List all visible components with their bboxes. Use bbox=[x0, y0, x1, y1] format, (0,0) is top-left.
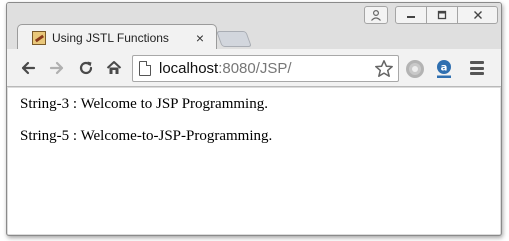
page-icon bbox=[139, 61, 151, 76]
restore-icon bbox=[437, 10, 447, 20]
amazon-assistant-icon: a bbox=[437, 60, 451, 78]
page-content: String-3 : Welcome to JSP Programming. S… bbox=[8, 88, 500, 234]
restore-button[interactable] bbox=[427, 7, 458, 23]
close-icon bbox=[473, 11, 482, 19]
title-bar: Using JSTL Functions × bbox=[7, 3, 501, 51]
url-text[interactable]: localhost:8080/JSP/ bbox=[159, 60, 292, 77]
java-favicon-icon bbox=[32, 31, 46, 45]
tab-close-button[interactable]: × bbox=[196, 30, 204, 46]
forward-button[interactable] bbox=[46, 57, 68, 79]
home-icon bbox=[106, 61, 122, 74]
svg-text:a: a bbox=[441, 63, 448, 74]
output-line-string-5: String-5 : Welcome-to-JSP-Programming. bbox=[20, 128, 273, 144]
browser-tab[interactable]: Using JSTL Functions × bbox=[17, 24, 217, 51]
tab-title: Using JSTL Functions bbox=[52, 31, 169, 45]
back-button[interactable] bbox=[17, 57, 39, 79]
browser-window: Using JSTL Functions × localhost:8080/JS… bbox=[6, 2, 502, 236]
extension-button-1[interactable] bbox=[405, 59, 425, 79]
url-path: :8080/JSP/ bbox=[218, 60, 292, 77]
url-host: localhost bbox=[159, 60, 219, 77]
minimize-button[interactable] bbox=[396, 7, 427, 23]
minimize-icon bbox=[407, 16, 415, 18]
reload-button[interactable] bbox=[75, 57, 97, 79]
hamburger-menu-icon[interactable] bbox=[470, 61, 484, 75]
circle-extension-icon bbox=[406, 60, 424, 78]
address-bar[interactable]: localhost:8080/JSP/ bbox=[132, 55, 399, 82]
new-tab-button[interactable] bbox=[216, 31, 252, 47]
user-icon bbox=[371, 9, 381, 21]
forward-arrow-icon bbox=[49, 61, 64, 75]
browser-toolbar: localhost:8080/JSP/ a bbox=[7, 49, 501, 87]
home-button[interactable] bbox=[103, 57, 125, 79]
reload-icon bbox=[79, 61, 93, 75]
window-controls bbox=[395, 6, 498, 24]
back-arrow-icon bbox=[21, 61, 36, 75]
close-window-button[interactable] bbox=[458, 7, 497, 23]
extension-button-2[interactable]: a bbox=[434, 59, 454, 79]
user-profile-button[interactable] bbox=[364, 6, 388, 24]
star-icon[interactable] bbox=[374, 59, 394, 79]
output-line-string-3: String-3 : Welcome to JSP Programming. bbox=[20, 96, 268, 112]
